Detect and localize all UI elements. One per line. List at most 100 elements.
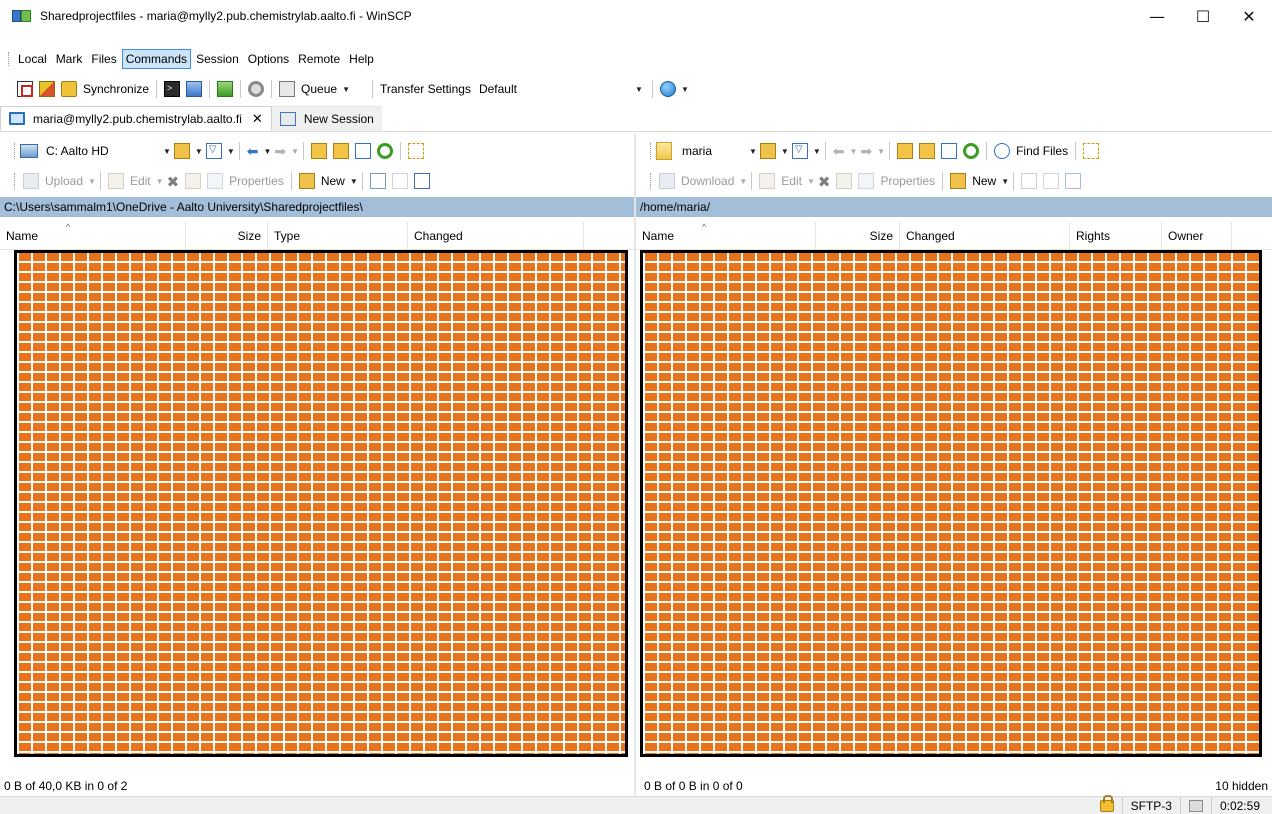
menu-remote[interactable]: Remote xyxy=(294,49,344,69)
encryption-status[interactable] xyxy=(1092,794,1122,814)
refresh-icon[interactable] xyxy=(377,143,394,159)
edit-button[interactable]: Edit xyxy=(781,174,802,188)
new-icon[interactable] xyxy=(950,173,967,189)
parent-directory-icon[interactable] xyxy=(897,143,914,159)
forward-arrow-icon[interactable]: ➡ xyxy=(860,143,872,159)
edit-icon[interactable] xyxy=(759,173,776,189)
delete-icon[interactable]: ✖ xyxy=(167,173,180,191)
queue-dropdown-icon[interactable]: ▼ xyxy=(342,85,350,94)
menu-local[interactable]: Local xyxy=(14,49,51,69)
directory-tree-icon[interactable] xyxy=(1083,143,1100,159)
download-button[interactable]: Download xyxy=(681,174,734,188)
download-icon[interactable] xyxy=(659,173,675,189)
upload-button[interactable]: Upload xyxy=(45,174,83,188)
synchronize-browsing-icon[interactable] xyxy=(39,81,55,97)
compare-directories-icon[interactable] xyxy=(17,81,33,97)
local-path-bar[interactable]: C:\Users\sammalm1\OneDrive - Aalto Unive… xyxy=(0,197,634,217)
synchronize-icon[interactable] xyxy=(61,81,77,97)
column-name[interactable]: ^ Name xyxy=(0,221,186,250)
select-files-icon[interactable] xyxy=(1021,173,1038,189)
menu-session[interactable]: Session xyxy=(192,49,243,69)
unselect-files-icon[interactable] xyxy=(391,173,408,189)
menu-mark[interactable]: Mark xyxy=(52,49,87,69)
local-file-list-brick-background[interactable] xyxy=(14,250,628,757)
local-drive-select[interactable]: C: Aalto HD xyxy=(41,141,161,161)
edit-icon[interactable] xyxy=(107,173,124,189)
column-name[interactable]: ^ Name xyxy=(636,221,816,250)
menu-files[interactable]: Files xyxy=(87,49,120,69)
directory-tree-icon[interactable] xyxy=(408,143,425,159)
column-size[interactable]: Size xyxy=(186,221,268,250)
globe-dropdown-icon[interactable]: ▼ xyxy=(681,85,689,94)
find-files-icon[interactable] xyxy=(994,143,1011,159)
back-arrow-icon[interactable]: ⬅ xyxy=(833,143,845,159)
new-button[interactable]: New xyxy=(972,174,996,188)
open-directory-icon[interactable] xyxy=(759,143,776,159)
globe-icon[interactable] xyxy=(659,81,676,97)
select-files-icon[interactable] xyxy=(369,173,386,189)
hidden-files-count[interactable]: 10 hidden xyxy=(1215,779,1268,793)
window-title: Sharedprojectfiles - maria@mylly2.pub.ch… xyxy=(40,9,412,23)
remote-path-bar[interactable]: /home/maria/ xyxy=(636,197,1272,217)
parent-directory-icon[interactable] xyxy=(311,143,328,159)
tab-session[interactable]: maria@mylly2.pub.chemistrylab.aalto.fi ✕ xyxy=(0,106,272,131)
new-icon[interactable] xyxy=(298,173,315,189)
minimize-button[interactable]: — xyxy=(1134,0,1180,32)
chevron-down-icon[interactable]: ▼ xyxy=(749,147,757,156)
filter-files-icon[interactable] xyxy=(413,173,430,189)
close-tab-icon[interactable]: ✕ xyxy=(252,111,263,127)
queue-icon[interactable] xyxy=(279,81,296,97)
column-changed[interactable]: Changed xyxy=(408,221,584,250)
edit-button[interactable]: Edit xyxy=(130,174,151,188)
column-size[interactable]: Size xyxy=(816,221,900,250)
filter-icon[interactable] xyxy=(205,143,222,159)
synchronize-button[interactable]: Synchronize xyxy=(83,82,149,96)
local-status-text: 0 B of 40,0 KB in 0 of 2 xyxy=(4,779,128,793)
maximize-button[interactable]: ☐ xyxy=(1180,0,1226,32)
close-window-button[interactable]: ✕ xyxy=(1226,0,1272,32)
putty-icon[interactable] xyxy=(186,81,203,97)
open-directory-icon[interactable] xyxy=(173,143,190,159)
transfer-settings-select[interactable]: Default ▼ xyxy=(474,79,644,99)
local-panel: C: Aalto HD ▼ ▼ ▼ ⬅ ▼ ➡ ▼ Upload ▼ Edit … xyxy=(0,134,634,774)
menu-options[interactable]: Options xyxy=(244,49,293,69)
properties-icon[interactable] xyxy=(858,173,875,189)
synchronize-directories-icon[interactable] xyxy=(217,81,234,97)
refresh-icon[interactable] xyxy=(963,143,980,159)
chevron-down-icon[interactable]: ▼ xyxy=(163,147,171,156)
forward-arrow-icon[interactable]: ➡ xyxy=(274,143,286,159)
unselect-files-icon[interactable] xyxy=(1043,173,1060,189)
console-icon[interactable] xyxy=(164,81,181,97)
back-arrow-icon[interactable]: ⬅ xyxy=(247,143,259,159)
tab-new-session[interactable]: New Session xyxy=(271,106,382,131)
remote-file-list-brick-background[interactable] xyxy=(640,250,1262,757)
menu-help[interactable]: Help xyxy=(345,49,378,69)
root-directory-icon[interactable] xyxy=(919,143,936,159)
toolbar-grip[interactable] xyxy=(8,52,10,66)
remote-nav-toolbar: maria ▼ ▼ ▼ ⬅ ▼ ➡ ▼ Find Files xyxy=(636,137,1272,165)
upload-icon[interactable] xyxy=(23,173,39,189)
preferences-gear-icon[interactable] xyxy=(248,81,265,97)
new-button[interactable]: New xyxy=(321,174,345,188)
column-changed[interactable]: Changed xyxy=(900,221,1070,250)
title-bar: Sharedprojectfiles - maria@mylly2.pub.ch… xyxy=(0,0,1272,32)
properties-button[interactable]: Properties xyxy=(229,174,284,188)
home-icon[interactable] xyxy=(355,143,372,159)
transfer-settings-label: Transfer Settings xyxy=(380,82,471,96)
properties-button[interactable]: Properties xyxy=(880,174,935,188)
filter-files-icon[interactable] xyxy=(1065,173,1082,189)
rename-icon[interactable] xyxy=(836,173,853,189)
remote-folder-select[interactable]: maria xyxy=(677,141,747,161)
rename-icon[interactable] xyxy=(185,173,202,189)
find-files-button[interactable]: Find Files xyxy=(1016,144,1068,158)
column-type[interactable]: Type xyxy=(268,221,408,250)
root-directory-icon[interactable] xyxy=(333,143,350,159)
home-icon[interactable] xyxy=(941,143,958,159)
filter-icon[interactable] xyxy=(791,143,808,159)
queue-button[interactable]: Queue xyxy=(301,82,337,96)
column-owner[interactable]: Owner xyxy=(1162,221,1232,250)
column-rights[interactable]: Rights xyxy=(1070,221,1162,250)
properties-icon[interactable] xyxy=(207,173,224,189)
delete-icon[interactable]: ✖ xyxy=(818,173,831,191)
menu-commands[interactable]: Commands xyxy=(121,49,192,69)
